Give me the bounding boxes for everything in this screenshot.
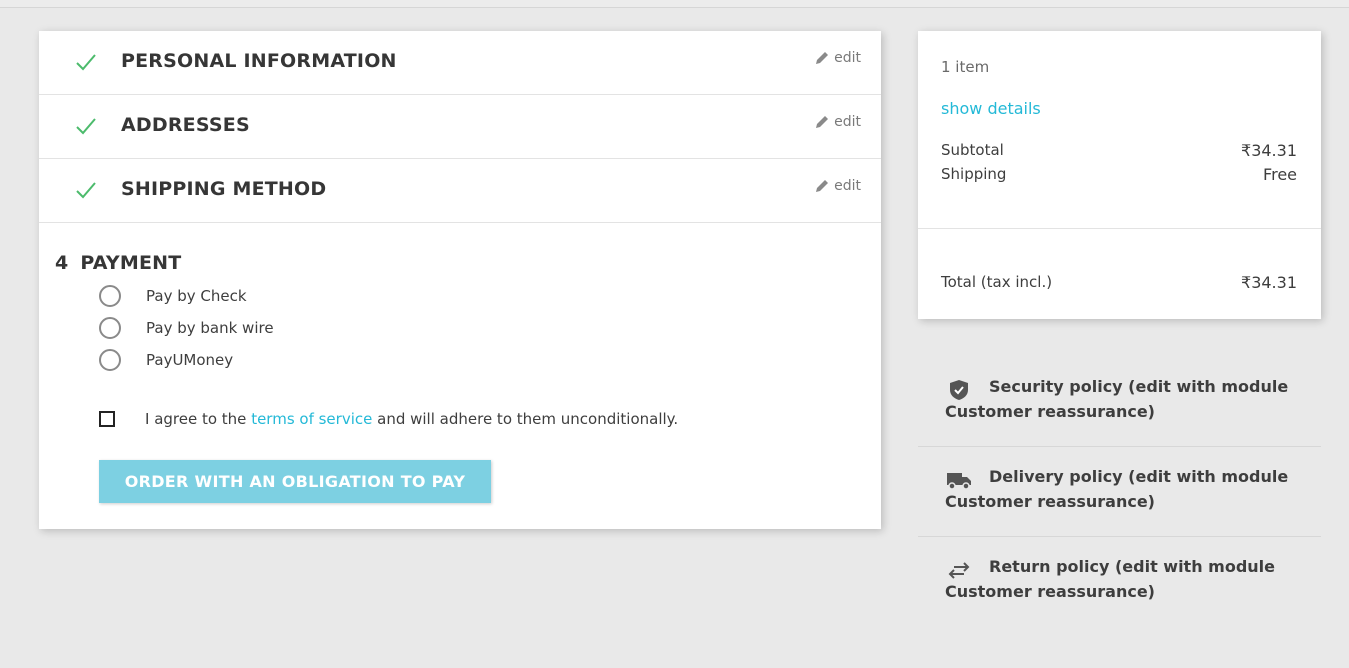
payment-option-label: Pay by bank wire bbox=[146, 319, 274, 337]
check-icon bbox=[76, 54, 96, 71]
payment-option-bank-wire[interactable]: Pay by bank wire bbox=[99, 312, 274, 344]
payment-options: Pay by Check Pay by bank wire PayUMoney bbox=[99, 280, 274, 376]
reassurance-text: Security policy (edit with module Custom… bbox=[945, 377, 1289, 421]
reassurance-return: Return policy (edit with module Customer… bbox=[918, 537, 1321, 627]
terms-suffix: and will adhere to them unconditionally. bbox=[372, 410, 679, 428]
step-title: PERSONAL INFORMATION bbox=[121, 50, 397, 72]
edit-label: edit bbox=[834, 50, 861, 66]
step-title: PAYMENT bbox=[80, 252, 182, 274]
reassurance-block: Security policy (edit with module Custom… bbox=[918, 357, 1321, 627]
edit-label: edit bbox=[834, 114, 861, 130]
check-icon bbox=[76, 118, 96, 135]
total-row: Total (tax incl.) ₹34.31 bbox=[941, 273, 1297, 292]
terms-checkbox[interactable] bbox=[99, 411, 115, 427]
payment-title: 4 PAYMENT bbox=[55, 252, 181, 274]
step-shipping-method[interactable]: SHIPPING METHOD edit bbox=[39, 159, 881, 223]
reassurance-text: Delivery policy (edit with module Custom… bbox=[945, 467, 1289, 511]
show-details-link[interactable]: show details bbox=[941, 99, 1041, 118]
subtotal-value: ₹34.31 bbox=[1241, 141, 1297, 160]
item-count: 1 item bbox=[941, 58, 990, 76]
total-value: ₹34.31 bbox=[1241, 273, 1297, 292]
pencil-icon bbox=[816, 116, 829, 128]
check-icon bbox=[76, 182, 96, 199]
step-payment: 4 PAYMENT Pay by Check Pay by bank wire P… bbox=[39, 223, 881, 529]
reassurance-delivery: Delivery policy (edit with module Custom… bbox=[918, 447, 1321, 537]
payment-option-payumoney[interactable]: PayUMoney bbox=[99, 344, 274, 376]
reassurance-security: Security policy (edit with module Custom… bbox=[918, 357, 1321, 447]
edit-label: edit bbox=[834, 178, 861, 194]
terms-prefix: I agree to the bbox=[145, 410, 252, 428]
pencil-icon bbox=[816, 52, 829, 64]
subtotal-label: Subtotal bbox=[941, 141, 1004, 159]
radio-button[interactable] bbox=[99, 285, 121, 307]
total-label: Total (tax incl.) bbox=[941, 273, 1053, 291]
subtotal-row: Subtotal ₹34.31 bbox=[941, 141, 1297, 160]
pencil-icon bbox=[816, 180, 829, 192]
step-personal-information[interactable]: PERSONAL INFORMATION edit bbox=[39, 31, 881, 95]
step-addresses[interactable]: ADDRESSES edit bbox=[39, 95, 881, 159]
divider bbox=[918, 228, 1321, 229]
terms-text: I agree to the terms of service and will… bbox=[145, 410, 678, 428]
step-title: SHIPPING METHOD bbox=[121, 178, 327, 200]
shipping-value: Free bbox=[1263, 165, 1297, 184]
cart-summary: 1 item show details Subtotal ₹34.31 Ship… bbox=[918, 31, 1321, 319]
edit-link[interactable]: edit bbox=[815, 50, 861, 66]
edit-link[interactable]: edit bbox=[815, 178, 861, 194]
radio-button[interactable] bbox=[99, 317, 121, 339]
payment-option-label: Pay by Check bbox=[146, 287, 247, 305]
step-title: ADDRESSES bbox=[121, 114, 250, 136]
reassurance-text: Return policy (edit with module Customer… bbox=[945, 557, 1275, 601]
step-number: 4 bbox=[55, 252, 69, 274]
shipping-label: Shipping bbox=[941, 165, 1007, 183]
terms-agreement: I agree to the terms of service and will… bbox=[99, 410, 678, 428]
payment-option-check[interactable]: Pay by Check bbox=[99, 280, 274, 312]
order-button[interactable]: ORDER WITH AN OBLIGATION TO PAY bbox=[99, 460, 491, 503]
checkout-steps: PERSONAL INFORMATION edit ADDRESSES edit… bbox=[39, 31, 881, 529]
shipping-row: Shipping Free bbox=[941, 165, 1297, 184]
terms-of-service-link[interactable]: terms of service bbox=[251, 410, 372, 428]
top-border bbox=[0, 0, 1349, 8]
payment-option-label: PayUMoney bbox=[146, 351, 234, 369]
radio-button[interactable] bbox=[99, 349, 121, 371]
edit-link[interactable]: edit bbox=[815, 114, 861, 130]
